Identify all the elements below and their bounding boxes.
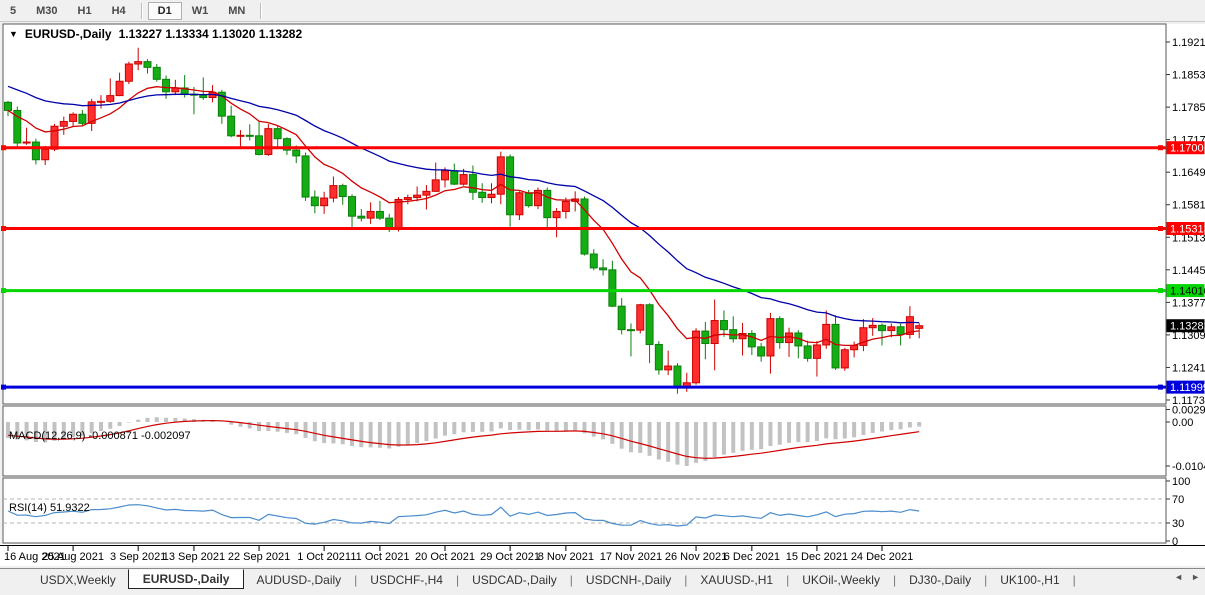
- tab-dj30-daily[interactable]: DJ30-,Daily: [897, 571, 983, 589]
- price-tick-label: 1.15810: [1172, 200, 1205, 212]
- tab-scroll-left-icon[interactable]: ◄: [1174, 572, 1183, 582]
- candle: [264, 123, 273, 156]
- candle: [13, 106, 22, 147]
- symbol-dropdown-icon[interactable]: ▼: [9, 29, 18, 39]
- candle: [301, 152, 310, 201]
- rsi-axis-label: 70: [1172, 494, 1184, 506]
- date-tick-label: 13 Sep 2021: [163, 551, 225, 563]
- candle: [124, 61, 133, 85]
- tab-xauusd-h1[interactable]: XAUUSD-,H1: [688, 571, 785, 589]
- tab-usdx-weekly[interactable]: USDX,Weekly: [28, 571, 128, 589]
- timeframe-button-H1[interactable]: H1: [68, 2, 102, 20]
- timeframe-button-5[interactable]: 5: [0, 2, 26, 20]
- macd-axis-label: -0.01042: [1172, 461, 1205, 473]
- date-tick-label: 17 Nov 2021: [600, 551, 662, 563]
- date-tick-label: 1 Oct 2021: [297, 551, 351, 563]
- price-tick-label: 1.17850: [1172, 102, 1205, 114]
- trading-app-window: 5M30H1H4 D1W1MN 1.19210 1.18530 1.17850 1.17…: [0, 0, 1205, 595]
- candle: [533, 187, 542, 210]
- rsi-axis-label: 0: [1172, 536, 1178, 548]
- tab-scroll-right-icon[interactable]: ►: [1191, 572, 1200, 582]
- date-tick-label: 20 Oct 2021: [415, 551, 475, 563]
- price-line-label: 1.14016: [1170, 286, 1205, 298]
- timeframe-button-H4[interactable]: H4: [102, 2, 136, 20]
- chart-tab-bar: USDX,Weekly EURUSD-,Daily AUDUSD-,Daily | US…: [0, 568, 1205, 590]
- chart-title-ohlc: 1.13227 1.13334 1.13020 1.13282: [118, 27, 303, 41]
- macd-axis-label: 0.00: [1172, 417, 1193, 429]
- price-tick-label: 1.14450: [1172, 265, 1205, 277]
- rsi-pane[interactable]: [2, 477, 1167, 544]
- date-tick-label: 3 Sep 2021: [110, 551, 166, 563]
- tab-uk100-h1[interactable]: UK100-,H1: [988, 571, 1071, 589]
- tab-usdchf-h4[interactable]: USDCHF-,H4: [358, 571, 455, 589]
- price-tick-label: 1.18530: [1172, 70, 1205, 82]
- toolbar-separator: [260, 2, 263, 19]
- candle: [636, 303, 645, 334]
- price-tick-label: 1.19210: [1172, 37, 1205, 49]
- rsi-indicator-label: RSI(14) 51.9322: [9, 502, 90, 514]
- candle: [840, 347, 849, 371]
- price-tick-label: 1.13770: [1172, 297, 1205, 309]
- price-tick-label: 1.16490: [1172, 167, 1205, 179]
- toolbar-separator: [140, 2, 143, 19]
- price-line-label: 1.15313: [1170, 224, 1205, 236]
- rsi-axis-label: 100: [1172, 476, 1190, 488]
- tab-ukoil-weekly[interactable]: UKOil-,Weekly: [790, 571, 892, 589]
- rsi-axis-label: 30: [1172, 518, 1184, 530]
- date-tick-label: 8 Nov 2021: [538, 551, 594, 563]
- date-tick-label: 6 Dec 2021: [724, 551, 780, 563]
- chart-title: ▼ EURUSD-,Daily 1.13227 1.13334 1.13020 …: [9, 27, 302, 41]
- date-tick-label: 29 Oct 2021: [480, 551, 540, 563]
- tab-eurusd-daily[interactable]: EURUSD-,Daily: [127, 568, 245, 589]
- timeframe-button-D1[interactable]: D1: [147, 1, 182, 20]
- timeframe-toolbar: 5 M30 H1 H4 D1 W1 MN: [0, 0, 1205, 22]
- timeframe-button-W1[interactable]: W1: [182, 2, 219, 20]
- date-tick-label: 15 Dec 2021: [786, 551, 848, 563]
- timeframe-button-M30[interactable]: M30: [26, 2, 67, 20]
- chart-title-symbol: EURUSD-,Daily: [24, 27, 112, 41]
- svg-text:1.13282: 1.13282: [1170, 321, 1205, 333]
- candle: [654, 341, 663, 375]
- date-tick-label: 25 Aug 2021: [42, 551, 104, 563]
- macd-axis-label: 0.002966: [1172, 404, 1205, 416]
- date-tick-label: 11 Oct 2021: [350, 551, 409, 563]
- date-tick-label: 26 Nov 2021: [665, 551, 727, 563]
- macd-indicator-label: MACD(12,26,9) -0.000871 -0.002097: [9, 430, 191, 442]
- chart-canvas[interactable]: 1.192101.185301.178501.171701.164901.158…: [0, 22, 1205, 588]
- tab-scroll-buttons: ◄ ►: [1174, 572, 1200, 582]
- tab-usdcad-daily[interactable]: USDCAD-,Daily: [460, 571, 569, 589]
- date-tick-label: 24 Dec 2021: [851, 551, 913, 563]
- tab-usdcnh-daily[interactable]: USDCNH-,Daily: [574, 571, 683, 589]
- price-line-label: 1.17001: [1170, 143, 1205, 155]
- date-tick-label: 22 Sep 2021: [228, 551, 290, 563]
- candle: [580, 196, 589, 256]
- current-price-label: 1.13282: [1166, 319, 1205, 333]
- tab-audusd-daily[interactable]: AUDUSD-,Daily: [244, 571, 353, 589]
- price-line-label: 1.11999: [1170, 382, 1205, 394]
- price-tick-label: 1.12410: [1172, 362, 1205, 374]
- timeframe-button-MN[interactable]: MN: [218, 2, 255, 20]
- tab-separator: |: [1072, 572, 1076, 587]
